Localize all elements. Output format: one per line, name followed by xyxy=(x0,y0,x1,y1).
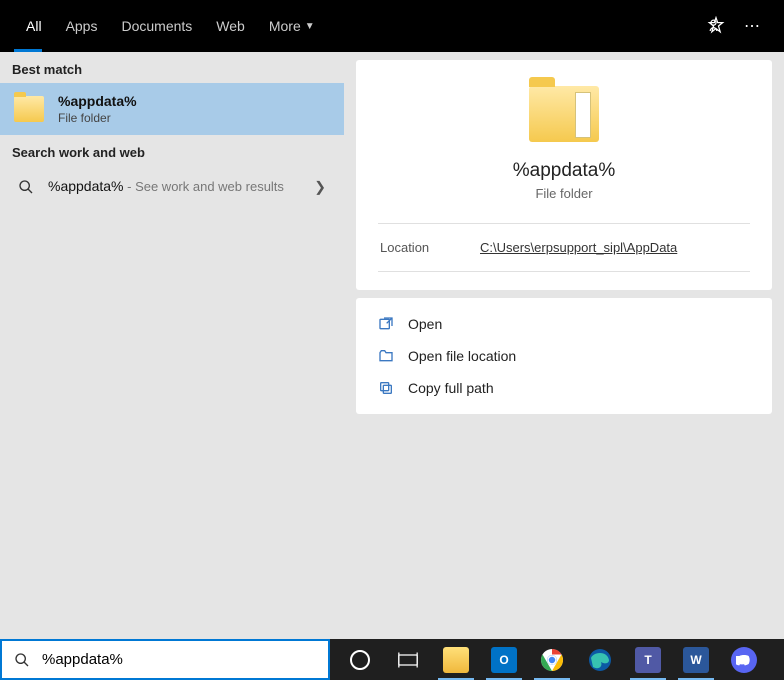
preview-pane: %appdata% File folder Location C:\Users\… xyxy=(344,52,784,639)
task-view-icon xyxy=(398,652,418,668)
preview-subtitle: File folder xyxy=(535,186,592,201)
action-open[interactable]: Open xyxy=(356,308,772,340)
taskbar: O T W xyxy=(330,639,784,680)
cortana-button[interactable] xyxy=(338,639,382,680)
folder-open-icon xyxy=(378,348,394,364)
open-icon xyxy=(378,316,394,332)
taskbar-app-chrome[interactable] xyxy=(530,639,574,680)
search-input[interactable] xyxy=(42,651,316,668)
tab-more-label: More xyxy=(269,18,301,34)
outlook-icon: O xyxy=(491,647,517,673)
more-options-button[interactable]: ⋯ xyxy=(744,16,762,36)
action-open-location-label: Open file location xyxy=(408,348,516,364)
action-copy-path-label: Copy full path xyxy=(408,380,494,396)
taskbar-app-edge[interactable] xyxy=(578,639,622,680)
taskbar-app-discord[interactable] xyxy=(722,639,766,680)
search-icon xyxy=(14,652,30,668)
result-text: %appdata% File folder xyxy=(58,93,137,125)
file-explorer-icon xyxy=(443,647,469,673)
cortana-icon xyxy=(350,650,370,670)
search-tabs-bar: All Apps Documents Web More ▼ ⋯ xyxy=(0,0,784,52)
section-search-web: Search work and web xyxy=(0,135,344,166)
web-search-result[interactable]: %appdata% - See work and web results ❯ xyxy=(0,166,344,208)
folder-icon xyxy=(14,96,44,122)
copy-icon xyxy=(378,380,394,396)
taskbar-app-teams[interactable]: T xyxy=(626,639,670,680)
web-result-text: %appdata% - See work and web results xyxy=(48,178,284,196)
tab-web[interactable]: Web xyxy=(204,0,257,52)
location-path-link[interactable]: C:\Users\erpsupport_sipl\AppData xyxy=(480,240,677,255)
feedback-icon[interactable] xyxy=(706,16,726,36)
results-list: Best match %appdata% File folder Search … xyxy=(0,52,344,639)
taskbar-app-file-explorer[interactable] xyxy=(434,639,478,680)
windows-search-panel: All Apps Documents Web More ▼ ⋯ Best mat… xyxy=(0,0,784,639)
tab-documents[interactable]: Documents xyxy=(109,0,204,52)
location-label: Location xyxy=(380,240,480,255)
action-copy-path[interactable]: Copy full path xyxy=(356,372,772,404)
word-icon: W xyxy=(683,647,709,673)
action-open-location[interactable]: Open file location xyxy=(356,340,772,372)
tab-more[interactable]: More ▼ xyxy=(257,0,327,52)
best-match-result[interactable]: %appdata% File folder xyxy=(0,83,344,135)
actions-card: Open Open file location Copy full path xyxy=(356,298,772,414)
chevron-right-icon: ❯ xyxy=(314,179,326,196)
preview-card: %appdata% File folder Location C:\Users\… xyxy=(356,60,772,290)
teams-icon: T xyxy=(635,647,661,673)
folder-icon xyxy=(529,86,599,142)
taskbar-app-outlook[interactable]: O xyxy=(482,639,526,680)
section-best-match: Best match xyxy=(0,52,344,83)
action-open-label: Open xyxy=(408,316,442,332)
search-box[interactable] xyxy=(0,639,330,680)
result-subtitle: File folder xyxy=(58,111,137,125)
chrome-icon xyxy=(540,648,564,672)
web-term: %appdata% xyxy=(48,178,124,194)
search-icon xyxy=(18,179,34,195)
tab-all[interactable]: All xyxy=(14,0,54,52)
task-view-button[interactable] xyxy=(386,639,430,680)
result-title: %appdata% xyxy=(58,93,137,109)
active-tab-indicator xyxy=(14,49,42,52)
preview-title: %appdata% xyxy=(513,160,615,182)
taskbar-app-word[interactable]: W xyxy=(674,639,718,680)
tab-apps[interactable]: Apps xyxy=(54,0,110,52)
location-row: Location C:\Users\erpsupport_sipl\AppDat… xyxy=(378,223,750,272)
web-hint: - See work and web results xyxy=(124,179,284,194)
discord-icon xyxy=(731,647,757,673)
chevron-down-icon: ▼ xyxy=(305,21,315,32)
edge-icon xyxy=(588,648,612,672)
